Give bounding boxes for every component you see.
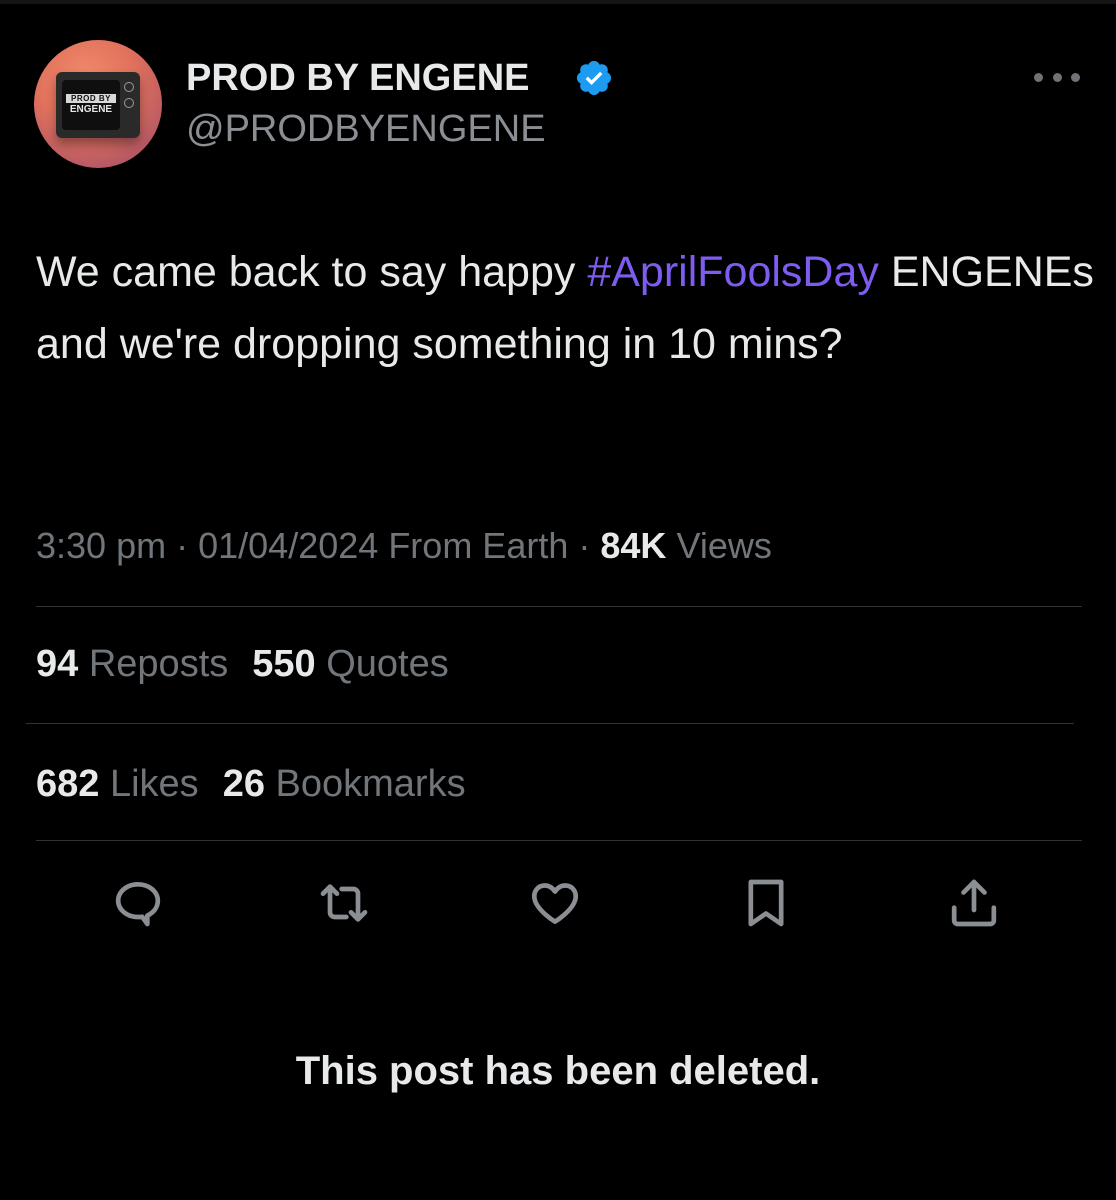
tweet-time[interactable]: 3:30 pm — [36, 525, 166, 566]
deleted-notice: This post has been deleted. — [295, 1049, 821, 1093]
reposts-stat[interactable]: 94 Reposts — [36, 643, 228, 685]
quotes-label: Quotes — [326, 643, 449, 685]
tweet-text: We came back to say happy #AprilFoolsDay… — [36, 236, 1096, 380]
avatar-logo-top: PROD BY — [66, 94, 116, 103]
bookmarks-stat[interactable]: 26 Bookmarks — [223, 763, 466, 805]
tweet-meta: 3:30 pm · 01/04/2024 From Earth · 84K Vi… — [36, 522, 772, 570]
meta-separator: · — [578, 525, 591, 566]
divider — [36, 606, 1082, 607]
bookmarks-label: Bookmarks — [275, 763, 466, 805]
bookmark-button[interactable] — [738, 872, 794, 934]
tweet-text-start: We came back to say happy — [36, 248, 588, 296]
likes-count: 682 — [36, 763, 100, 805]
more-options-icon[interactable] — [1034, 68, 1080, 86]
reply-button[interactable] — [110, 872, 166, 934]
hashtag-link[interactable]: #AprilFoolsDay — [587, 248, 879, 296]
reposts-count: 94 — [36, 643, 79, 685]
views-label: Views — [676, 525, 772, 566]
tweet-source: From Earth — [388, 525, 569, 566]
divider — [26, 723, 1074, 724]
like-button[interactable] — [527, 872, 583, 934]
display-name[interactable]: PROD BY ENGENE — [186, 56, 529, 100]
likes-stat[interactable]: 682 Likes — [36, 763, 199, 805]
heart-icon — [531, 883, 579, 924]
likes-label: Likes — [109, 763, 199, 805]
divider — [36, 840, 1082, 841]
quotes-count: 550 — [252, 643, 316, 685]
tweet-date[interactable]: 01/04/2024 — [198, 525, 378, 566]
share-icon — [951, 879, 997, 927]
like-bookmark-stats: 682 Likes 26 Bookmarks — [36, 760, 466, 808]
meta-separator: · — [176, 525, 189, 566]
top-border — [0, 0, 1116, 4]
avatar-logo-main: ENGENE — [69, 104, 113, 115]
quotes-stat[interactable]: 550 Quotes — [252, 643, 449, 685]
repost-quote-stats: 94 Reposts 550 Quotes — [36, 640, 449, 688]
user-handle[interactable]: @PRODBYENGENE — [186, 106, 546, 152]
retweet-icon — [320, 884, 368, 922]
avatar[interactable]: PROD BY ENGENE — [34, 40, 162, 168]
tv-logo-icon: PROD BY ENGENE — [56, 72, 140, 138]
reply-icon — [115, 882, 161, 927]
views-count: 84K — [600, 525, 667, 566]
share-button[interactable] — [946, 872, 1002, 934]
reposts-label: Reposts — [88, 643, 229, 685]
bookmark-icon — [748, 879, 784, 927]
verified-badge-icon — [576, 60, 612, 96]
bookmarks-count: 26 — [222, 763, 265, 805]
retweet-button[interactable] — [316, 872, 372, 934]
